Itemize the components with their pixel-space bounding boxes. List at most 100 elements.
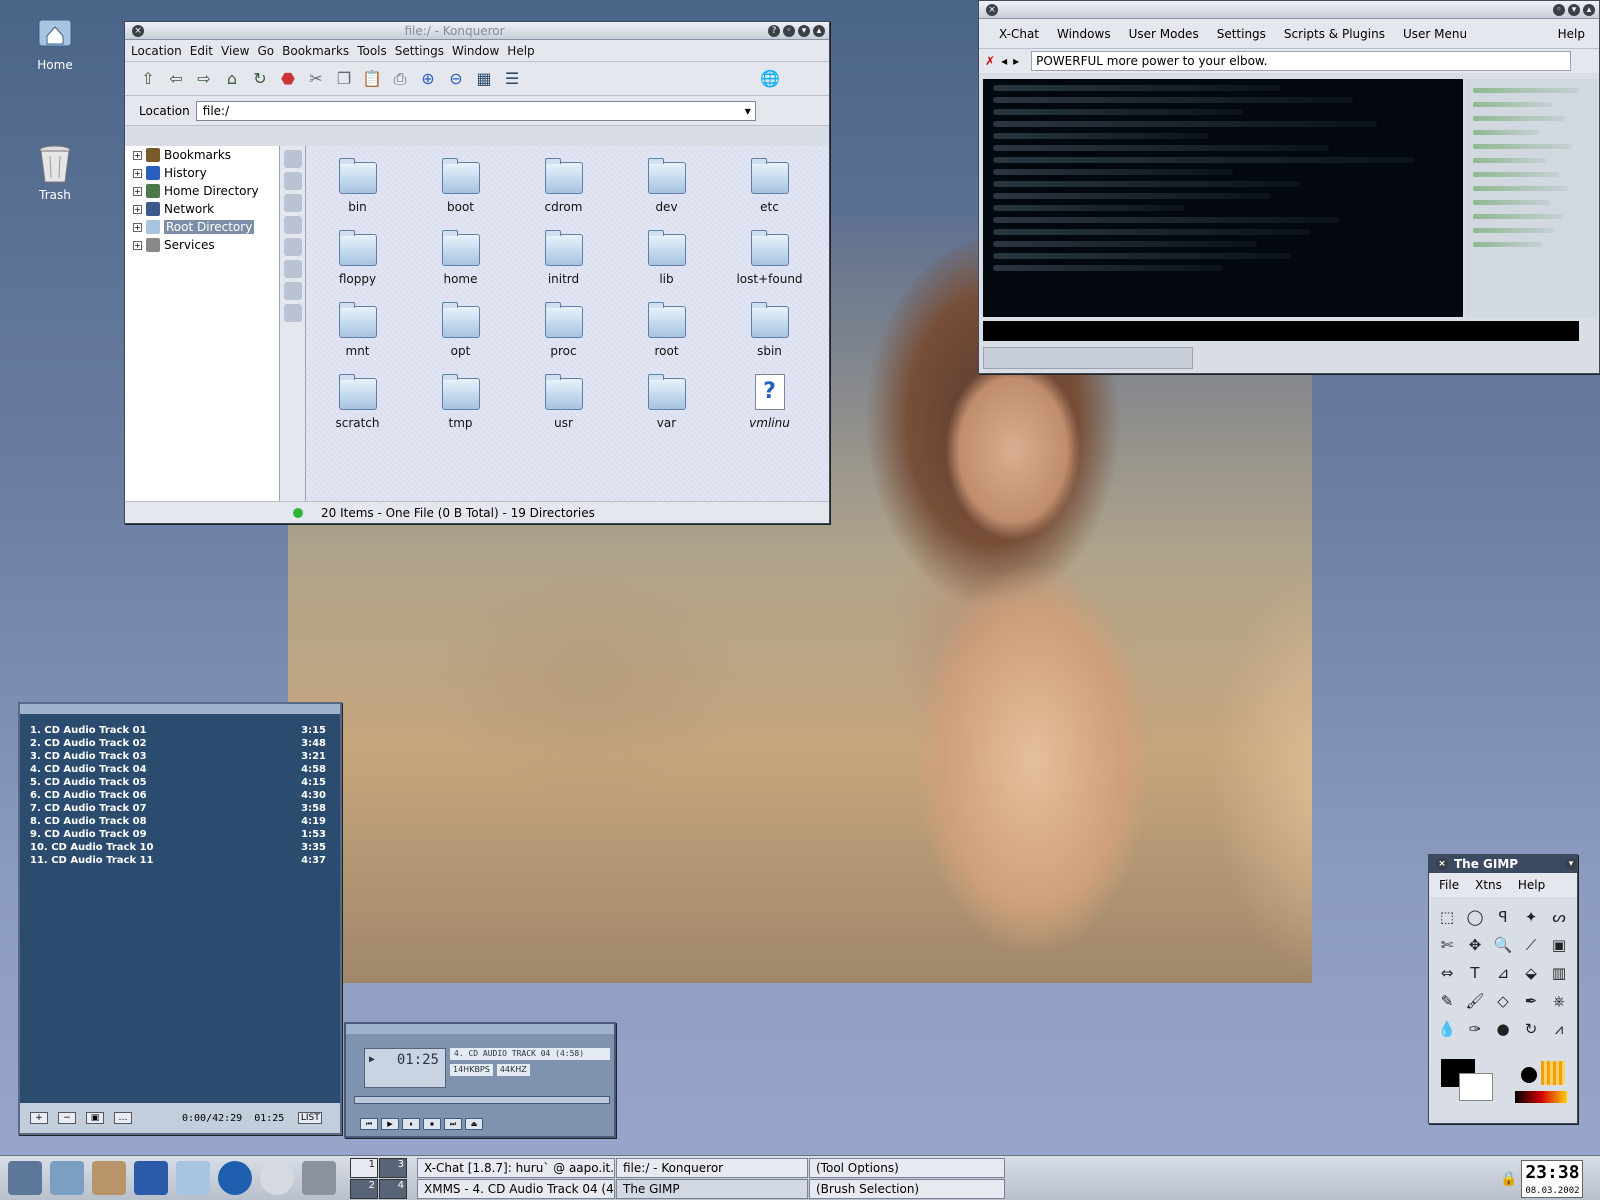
stop-icon[interactable]: ⏹ <box>423 1118 441 1130</box>
file-item[interactable]: initrd <box>512 228 615 300</box>
menu-tools[interactable]: Tools <box>357 44 387 58</box>
file-item[interactable]: tmp <box>409 372 512 444</box>
forward-icon[interactable]: ⇨ <box>191 66 217 92</box>
gimp-tool-icon[interactable]: ▣ <box>1545 931 1573 959</box>
misc-button[interactable]: … <box>114 1112 132 1124</box>
gimp-titlebar[interactable]: × The GIMP ▾ <box>1429 855 1577 873</box>
gradient-preview[interactable] <box>1515 1091 1567 1103</box>
menu-user-menu[interactable]: User Menu <box>1403 27 1467 41</box>
taskbar-button[interactable]: XMMS - 4. CD Audio Track 04 (4:58 <box>417 1178 615 1199</box>
gimp-tool-icon[interactable]: 💧 <box>1433 1015 1461 1043</box>
lock-icon[interactable]: 🔒 <box>1500 1171 1517 1187</box>
playlist-titlebar[interactable] <box>20 704 340 714</box>
menu-location[interactable]: Location <box>131 44 182 58</box>
menu-bookmarks[interactable]: Bookmarks <box>282 44 349 58</box>
location-input[interactable]: file:/ ▾ <box>195 100 756 121</box>
sidebar-tab-home[interactable] <box>284 238 302 256</box>
gimp-tool-icon[interactable]: ✒ <box>1517 987 1545 1015</box>
desktop-icon-trash[interactable]: Trash <box>10 142 100 202</box>
eject-icon[interactable]: ⏏ <box>465 1118 483 1130</box>
sidebar-tab-network[interactable] <box>284 260 302 278</box>
file-item[interactable]: lost+found <box>718 228 821 300</box>
menu-xchat[interactable]: X-Chat <box>999 27 1039 41</box>
close-icon[interactable]: × <box>1436 858 1448 870</box>
sidebar-tab-devices[interactable] <box>284 304 302 322</box>
gimp-tool-icon[interactable]: ✥ <box>1461 931 1489 959</box>
file-item[interactable]: boot <box>409 156 512 228</box>
file-item[interactable]: ? vmlinu <box>718 372 821 444</box>
topic-input[interactable]: POWERFUL more power to your elbow. <box>1031 51 1572 71</box>
pager-desktop-1[interactable]: 1 <box>350 1157 378 1178</box>
prev-icon[interactable]: ⏮ <box>360 1118 378 1130</box>
file-item[interactable]: usr <box>512 372 615 444</box>
expand-icon[interactable]: + <box>133 222 142 232</box>
file-item[interactable]: var <box>615 372 718 444</box>
background-color-swatch[interactable] <box>1459 1073 1493 1101</box>
gimp-tool-icon[interactable]: ↻ <box>1517 1015 1545 1043</box>
chat-log[interactable] <box>983 79 1463 317</box>
taskbar-button[interactable]: (Tool Options) <box>809 1157 1005 1178</box>
add-button[interactable]: + <box>30 1112 48 1124</box>
desktop-icon-home[interactable]: Home <box>10 12 100 72</box>
file-item[interactable]: cdrom <box>512 156 615 228</box>
playlist-track[interactable]: 2. CD Audio Track 02 3:48 <box>20 737 340 750</box>
menu-xtns[interactable]: Xtns <box>1475 878 1502 892</box>
gimp-tool-icon[interactable]: T <box>1461 959 1489 987</box>
file-item[interactable]: mnt <box>306 300 409 372</box>
file-item[interactable]: dev <box>615 156 718 228</box>
gimp-tool-icon[interactable]: ◇ <box>1489 987 1517 1015</box>
gimp-tool-icon[interactable]: ✦ <box>1517 903 1545 931</box>
icon-view-icon[interactable]: ▦ <box>471 66 497 92</box>
playlist-track[interactable]: 11. CD Audio Track 11 4:37 <box>20 854 340 867</box>
chat-icon[interactable] <box>260 1161 294 1195</box>
tree-item[interactable]: + History <box>125 164 279 182</box>
menu-file[interactable]: File <box>1439 878 1459 892</box>
gimp-tool-icon[interactable]: ▥ <box>1545 959 1573 987</box>
taskbar-button[interactable]: (Brush Selection) <box>809 1178 1005 1199</box>
back-icon[interactable]: ⇦ <box>163 66 189 92</box>
playlist-track[interactable]: 9. CD Audio Track 09 1:53 <box>20 828 340 841</box>
minimize-icon[interactable]: ▾ <box>1565 858 1577 870</box>
konqueror-titlebar[interactable]: × file:/ - Konqueror ? ◦ ▾ ▴ <box>125 22 829 40</box>
tree-item[interactable]: + Home Directory <box>125 182 279 200</box>
sidebar-tab-services[interactable] <box>284 172 302 190</box>
menu-help[interactable]: Help <box>1558 27 1585 41</box>
xchat-titlebar[interactable]: × ◦ ▾ ▴ <box>979 1 1599 19</box>
close-icon[interactable]: × <box>986 3 998 16</box>
file-item[interactable]: proc <box>512 300 615 372</box>
expand-icon[interactable]: + <box>133 240 142 250</box>
message-input[interactable] <box>983 321 1579 341</box>
gimp-tool-icon[interactable]: 🖌 <box>1461 987 1489 1015</box>
pager-desktop-2[interactable]: 2 <box>350 1178 378 1199</box>
file-item[interactable]: home <box>409 228 512 300</box>
terminal-icon[interactable] <box>134 1161 168 1195</box>
file-item[interactable]: scratch <box>306 372 409 444</box>
file-item[interactable]: lib <box>615 228 718 300</box>
play-icon[interactable]: ▶ <box>381 1118 399 1130</box>
chevron-down-icon[interactable]: ▾ <box>745 104 751 118</box>
menu-user-modes[interactable]: User Modes <box>1129 27 1199 41</box>
sticky-icon[interactable]: ◦ <box>1553 3 1565 16</box>
menu-settings[interactable]: Settings <box>395 44 444 58</box>
pause-icon[interactable]: ⏸ <box>402 1118 420 1130</box>
minimize-icon[interactable]: ▾ <box>1568 3 1580 16</box>
sidebar-tab-close[interactable] <box>284 150 302 168</box>
gimp-tool-icon[interactable]: ⬙ <box>1517 959 1545 987</box>
desktop-icon[interactable] <box>50 1161 84 1195</box>
browser-globe-icon[interactable] <box>218 1161 252 1195</box>
audio-icon[interactable] <box>302 1161 336 1195</box>
pager-desktop-4[interactable]: 4 <box>379 1178 407 1199</box>
tree-item[interactable]: + Bookmarks <box>125 146 279 164</box>
file-item[interactable]: root <box>615 300 718 372</box>
file-item[interactable]: etc <box>718 156 821 228</box>
help-icon[interactable]: ? <box>768 24 780 37</box>
cut-icon[interactable]: ✂ <box>303 66 329 92</box>
next-icon[interactable]: ⏭ <box>444 1118 462 1130</box>
maximize-icon[interactable]: ▴ <box>1583 3 1595 16</box>
menu-window[interactable]: Window <box>452 44 499 58</box>
menu-help[interactable]: Help <box>507 44 534 58</box>
list-button[interactable]: LIST <box>298 1112 323 1124</box>
gimp-tool-icon[interactable]: ✑ <box>1461 1015 1489 1043</box>
playlist-track[interactable]: 4. CD Audio Track 04 4:58 <box>20 763 340 776</box>
package-icon[interactable] <box>92 1161 126 1195</box>
